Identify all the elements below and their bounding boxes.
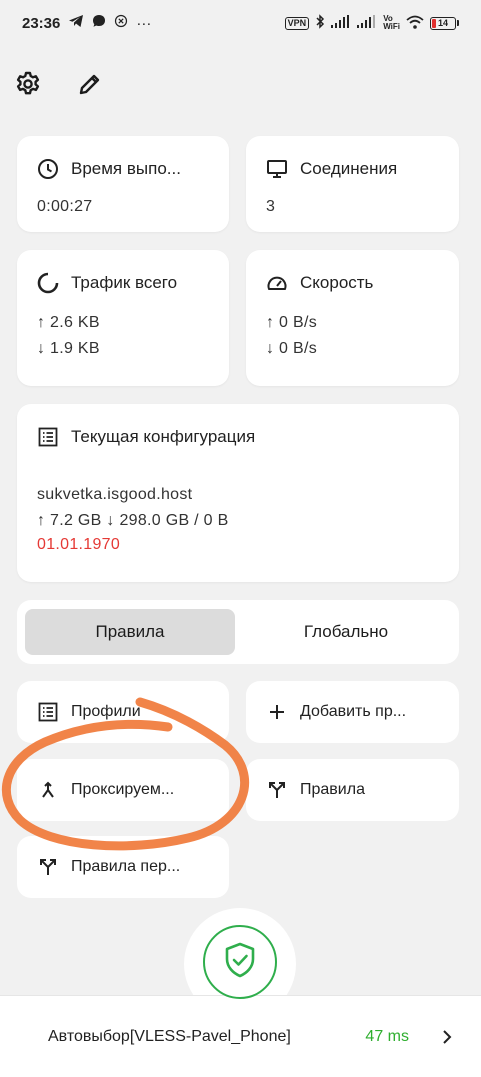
traffic-card: Трафик всего ↑ 2.6 KB ↓ 1.9 KB bbox=[17, 250, 229, 386]
connections-card[interactable]: Соединения 3 bbox=[246, 136, 459, 232]
config-host: sukvetka.isgood.host bbox=[37, 486, 193, 503]
speedometer-icon bbox=[266, 272, 288, 294]
chevron-right-icon bbox=[439, 1029, 455, 1045]
mode-rules-button[interactable]: Правила bbox=[25, 609, 235, 655]
merge-arrow-icon bbox=[37, 779, 59, 801]
rules-label: Правила bbox=[300, 781, 365, 798]
add-profile-label: Добавить пр... bbox=[300, 703, 407, 720]
bluetooth-icon bbox=[315, 14, 325, 32]
traffic-down: ↓ 1.9 KB bbox=[37, 340, 100, 357]
traffic-up: ↑ 2.6 KB bbox=[37, 314, 100, 331]
current-config-card[interactable]: Текущая конфигурация sukvetka.isgood.hos… bbox=[17, 404, 459, 582]
connect-toggle-button[interactable] bbox=[203, 925, 277, 999]
telegram-icon bbox=[68, 14, 84, 32]
mode-global-button[interactable]: Глобально bbox=[241, 609, 451, 655]
blocked-circle-icon bbox=[114, 14, 128, 32]
vowifi-icon: Vo WiFi bbox=[383, 14, 400, 31]
active-proxy-name: Автовыбор[VLESS-Pavel_Phone] bbox=[48, 1027, 291, 1045]
proxied-apps-tile[interactable]: Проксируем... bbox=[17, 759, 229, 821]
gear-icon bbox=[14, 70, 42, 103]
vpn-badge: VPN bbox=[284, 16, 310, 30]
top-toolbar bbox=[12, 70, 106, 102]
uptime-label: Время выпо... bbox=[71, 159, 181, 178]
connections-label: Соединения bbox=[300, 159, 398, 178]
monitor-icon bbox=[266, 158, 288, 180]
config-expire: 01.01.1970 bbox=[37, 536, 121, 553]
connections-value: 3 bbox=[266, 198, 276, 215]
status-time: 23:36 bbox=[22, 14, 61, 32]
status-bar: 23:36 ··· VPN Vo WiFi 14 bbox=[0, 0, 481, 46]
loading-circle-icon bbox=[37, 272, 59, 294]
traffic-label: Трафик всего bbox=[71, 273, 178, 292]
plus-icon bbox=[266, 701, 288, 723]
profiles-tile[interactable]: Профили bbox=[17, 681, 229, 743]
list-icon bbox=[37, 701, 59, 723]
fork-icon bbox=[266, 779, 288, 801]
wifi-icon bbox=[406, 15, 424, 32]
speed-label: Скорость bbox=[300, 273, 374, 292]
chat-icon bbox=[92, 14, 106, 32]
speed-up: ↑ 0 B/s bbox=[266, 314, 318, 331]
mode-selector: Правила Глобально bbox=[17, 600, 459, 664]
proxied-apps-label: Проксируем... bbox=[71, 781, 175, 798]
speed-down: ↓ 0 B/s bbox=[266, 340, 318, 357]
list-icon bbox=[37, 426, 59, 448]
battery-icon: 14 bbox=[430, 16, 459, 30]
pencil-icon bbox=[77, 71, 103, 102]
rules-tile[interactable]: Правила bbox=[246, 759, 459, 821]
uptime-value: 0:00:27 bbox=[37, 198, 93, 215]
override-rules-tile[interactable]: Правила пер... bbox=[17, 836, 229, 898]
uptime-card: Время выпо... 0:00:27 bbox=[17, 136, 229, 232]
settings-button[interactable] bbox=[12, 70, 44, 102]
fork-icon bbox=[37, 856, 59, 878]
speed-card: Скорость ↑ 0 B/s ↓ 0 B/s bbox=[246, 250, 459, 386]
profiles-label: Профили bbox=[71, 703, 141, 720]
latency-value: 47 ms bbox=[365, 1027, 409, 1045]
active-proxy-bar[interactable]: Автовыбор[VLESS-Pavel_Phone] 47 ms bbox=[0, 995, 481, 1077]
more-notifications: ··· bbox=[136, 14, 152, 32]
add-profile-tile[interactable]: Добавить пр... bbox=[246, 681, 459, 743]
config-label: Текущая конфигурация bbox=[71, 427, 256, 446]
edit-button[interactable] bbox=[74, 70, 106, 102]
config-usage: ↑ 7.2 GB ↓ 298.0 GB / 0 B bbox=[37, 512, 229, 529]
clock-icon bbox=[37, 158, 59, 180]
signal-icon-1 bbox=[331, 15, 351, 31]
override-rules-label: Правила пер... bbox=[71, 858, 181, 875]
shield-check-icon bbox=[220, 940, 260, 985]
signal-icon-2 bbox=[357, 15, 377, 31]
